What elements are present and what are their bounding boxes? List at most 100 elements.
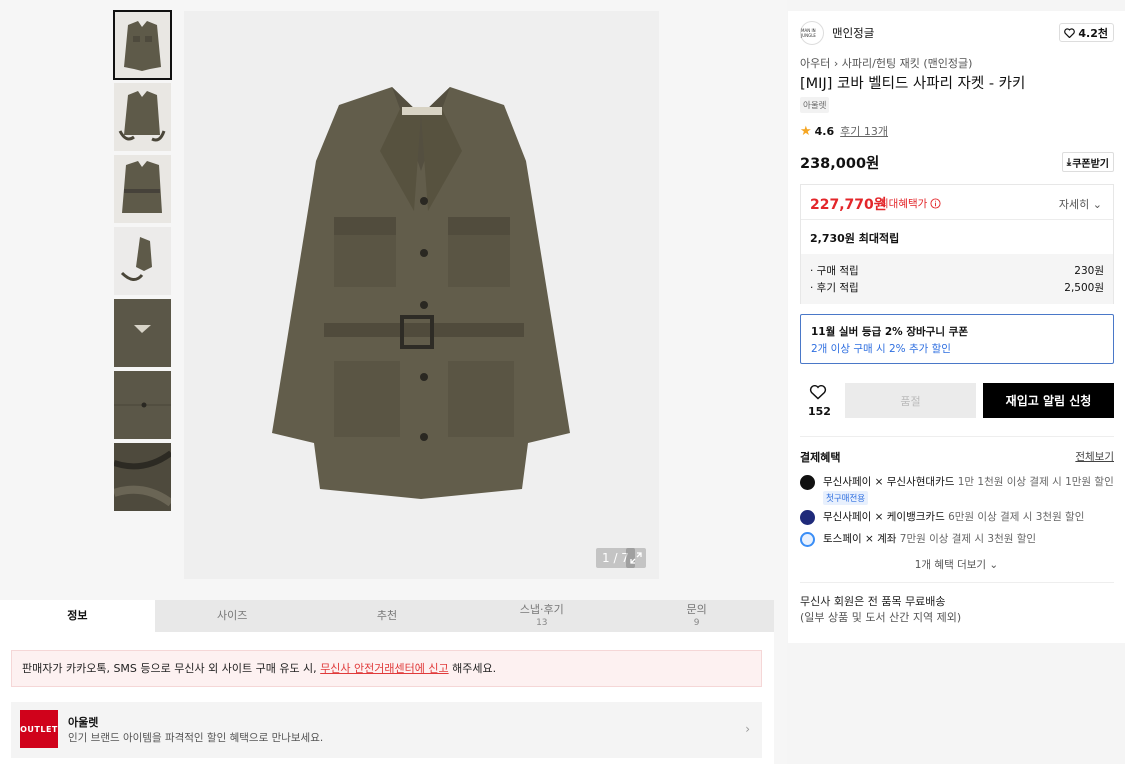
points-label: · 구매 적립 (810, 265, 859, 277)
payment-desc: 1만 1천원 이상 결제 시 1만원 할인 (954, 476, 1114, 488)
brand-logo[interactable]: MAN IN JUNGLE (800, 21, 824, 45)
tab-content: 판매자가 카카오톡, SMS 등으로 무신사 외 사이트 구매 유도 시, 무신… (0, 632, 774, 764)
payment-benefit-title: 결제혜택 (800, 451, 841, 464)
product-tabs: 정보 사이즈 추천 스냅·후기 13 문의 9 (0, 600, 774, 632)
thumbnail-5[interactable] (114, 299, 171, 367)
payment-name: 무신사페이 × 케이뱅크카드 (823, 511, 945, 523)
thumbnail-3[interactable] (114, 155, 171, 223)
divider (800, 582, 1114, 583)
max-benefit-price: 227,770원 (810, 197, 887, 213)
soldout-button: 품절 (845, 383, 976, 418)
tab-label: 스냅·후기 (519, 602, 564, 616)
tab-inquiry[interactable]: 문의 9 (619, 600, 774, 632)
tab-recommend[interactable]: 추천 (310, 600, 465, 632)
max-benefit-label-text: 최대혜택가 (879, 198, 928, 210)
tab-label: 사이즈 (217, 609, 248, 622)
notice-text-end: 해주세요. (448, 662, 497, 675)
payment-benefit-row: 무신사페이 × 케이뱅크카드 6만원 이상 결제 시 3천원 할인 (800, 509, 1114, 525)
tab-label: 추천 (376, 609, 398, 622)
shipping-note: (일부 상품 및 도서 산간 지역 제외) (800, 611, 962, 624)
thumbnail-list (113, 10, 172, 515)
product-info-panel: MAN IN JUNGLE 맨인정글 4.2천 아우터 › 사파리/헌팅 재킷 … (788, 11, 1125, 643)
divider (800, 436, 1114, 437)
breadcrumb: 아우터 › 사파리/헌팅 재킷 (맨인정글) (800, 55, 972, 71)
musinsa-card-icon (800, 475, 815, 490)
breadcrumb-subcategory[interactable]: 사파리/헌팅 재킷 (맨인정글) (842, 57, 973, 70)
product-title: [MIJ] 코바 벨티드 사파리 자켓 - 카키 (800, 76, 1026, 92)
tab-info[interactable]: 정보 (0, 600, 155, 632)
coupon-subtitle: 2개 이상 구매 시 2% 추가 할인 (811, 343, 951, 355)
chevron-down-icon: ⌄ (1092, 198, 1102, 211)
more-benefits-button[interactable]: 1개 혜택 더보기 ⌄ (788, 557, 1125, 572)
benefit-detail-toggle[interactable]: 자세히 ⌄ (1059, 196, 1102, 212)
coupon-download-button[interactable]: ⤓ 쿠폰받기 (1061, 152, 1114, 172)
coupon-button-label: 쿠폰받기 (1072, 158, 1109, 170)
payment-benefit-text: 무신사페이 × 케이뱅크카드 6만원 이상 결제 시 3천원 할인 (823, 509, 1084, 524)
kbank-card-icon (800, 510, 815, 525)
product-like-button[interactable]: 152 (808, 384, 831, 418)
info-icon[interactable] (930, 198, 941, 209)
restock-alert-button[interactable]: 재입고 알림 신청 (983, 383, 1114, 418)
thumbnail-4[interactable] (114, 227, 171, 295)
price: 238,000원 (800, 156, 880, 172)
outlet-logo: OUTLET (20, 710, 58, 748)
expand-icon[interactable] (626, 548, 646, 568)
tab-count: 9 (693, 617, 700, 628)
notice-text: 판매자가 카카오톡, SMS 등으로 무신사 외 사이트 구매 유도 시, (22, 662, 321, 675)
download-icon: ⤓ (1066, 156, 1072, 168)
first-purchase-tag: 첫구매전용 (823, 491, 869, 505)
fraud-notice: 판매자가 카카오톡, SMS 등으로 무신사 외 사이트 구매 유도 시, 무신… (11, 650, 762, 687)
rating: ★ 4.6 후기 13개 (800, 123, 888, 139)
chevron-right-icon: › (833, 57, 842, 70)
points-value: 230원 (1074, 265, 1104, 277)
brand-name[interactable]: 맨인정글 (832, 25, 874, 41)
cart-coupon-box[interactable]: 11월 실버 등급 2% 장바구니 쿠폰 2개 이상 구매 시 2% 추가 할인 (800, 314, 1114, 364)
points-breakdown: · 구매 적립 230원 · 후기 적립 2,500원 (801, 254, 1113, 304)
toss-icon (800, 532, 815, 547)
points-row: · 구매 적립 230원 (810, 263, 1104, 278)
tab-label: 문의 (686, 602, 707, 616)
breadcrumb-category[interactable]: 아우터 (800, 57, 830, 70)
max-benefit-label: 최대혜택가 (879, 196, 941, 211)
payment-name: 무신사페이 × 무신사현대카드 (823, 476, 955, 488)
tab-label: 정보 (67, 609, 88, 622)
report-link[interactable]: 무신사 안전거래센터에 신고 (320, 662, 448, 675)
divider (801, 219, 1113, 220)
coupon-title: 11월 실버 등급 2% 장바구니 쿠폰 (811, 326, 968, 338)
brand-like-button[interactable]: 4.2천 (1059, 23, 1114, 42)
payment-desc: 7만원 이상 결제 시 3천원 할인 (896, 533, 1037, 545)
tab-count: 13 (536, 617, 548, 628)
payment-name: 토스페이 × 계좌 (823, 533, 897, 545)
payment-benefit-text: 무신사페이 × 무신사현대카드 1만 1천원 이상 결제 시 1만원 할인 첫구… (823, 474, 1114, 505)
points-row: · 후기 적립 2,500원 (810, 280, 1104, 295)
outlet-title: 아울렛 (68, 716, 99, 729)
chevron-down-icon: ⌄ (989, 559, 999, 571)
payment-desc: 6만원 이상 결제 시 3천원 할인 (944, 511, 1085, 523)
more-benefits-label: 1개 혜택 더보기 (914, 559, 987, 571)
brand-like-count: 4.2천 (1078, 26, 1108, 40)
thumbnail-7[interactable] (114, 443, 171, 511)
payment-benefit-text: 토스페이 × 계좌 7만원 이상 결제 시 3천원 할인 (823, 531, 1036, 546)
points-label: · 후기 적립 (810, 282, 859, 294)
payment-benefit-row: 토스페이 × 계좌 7만원 이상 결제 시 3천원 할인 (800, 531, 1114, 547)
heart-icon (1064, 27, 1076, 38)
heart-icon (809, 384, 827, 400)
tab-size[interactable]: 사이즈 (155, 600, 310, 632)
rating-score: 4.6 (814, 124, 835, 138)
outlet-banner[interactable]: OUTLET 아울렛 인기 브랜드 아이템을 파격적인 할인 혜택으로 만나보세… (11, 702, 762, 758)
points-total: 2,730원 최대적립 (810, 232, 900, 245)
thumbnail-1[interactable] (113, 10, 172, 80)
payment-view-all-link[interactable]: 전체보기 (1075, 449, 1114, 464)
points-value: 2,500원 (1064, 282, 1104, 294)
thumbnail-2[interactable] (114, 83, 171, 151)
review-link[interactable]: 후기 13개 (840, 123, 888, 139)
outlet-desc: 인기 브랜드 아이템을 파격적인 할인 혜택으로 만나보세요. (68, 732, 324, 744)
jacket-image (272, 87, 570, 499)
tab-snap-review[interactable]: 스냅·후기 13 (464, 600, 619, 632)
thumbnail-6[interactable] (114, 371, 171, 439)
detail-label: 자세히 (1058, 198, 1090, 211)
star-icon: ★ (800, 123, 812, 139)
main-product-image[interactable]: 1 / 7 (184, 11, 659, 579)
payment-benefit-row: 무신사페이 × 무신사현대카드 1만 1천원 이상 결제 시 1만원 할인 첫구… (800, 474, 1114, 505)
product-gallery-area: 1 / 7 정보 사이즈 추천 스냅·후기 13 문의 9 판매자가 카카오톡, S… (0, 0, 787, 764)
